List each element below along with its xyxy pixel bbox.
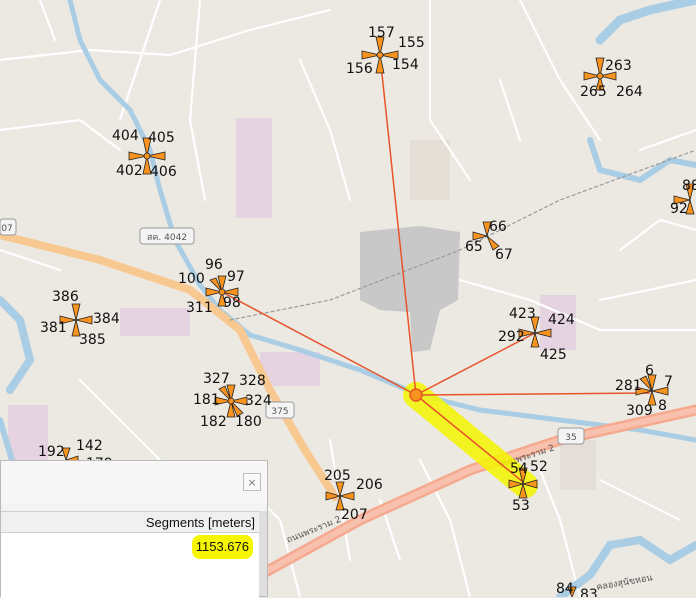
- cluster-label-100: 100: [178, 271, 205, 287]
- cluster-label-156: 156: [346, 61, 373, 77]
- cluster-label-52: 52: [530, 459, 548, 475]
- cluster-label-263: 263: [605, 58, 632, 74]
- segments-column-header[interactable]: Segments [meters]: [1, 511, 259, 533]
- cluster-label-8: 8: [658, 398, 667, 414]
- cluster-label-98: 98: [223, 295, 241, 311]
- cluster-label-205: 205: [324, 468, 351, 484]
- cluster-label-281: 281: [615, 378, 642, 394]
- cluster-label-207: 207: [341, 507, 368, 523]
- panel-scrollbar[interactable]: [259, 511, 267, 596]
- cluster-label-96: 96: [205, 257, 223, 273]
- cluster-label-206: 206: [356, 477, 383, 493]
- segments-row[interactable]: 1153.676: [1, 533, 259, 598]
- road-label-07: 07: [1, 224, 12, 234]
- cluster-label-425: 425: [540, 347, 567, 363]
- segment-value: 1153.676: [191, 535, 253, 559]
- road-label-35: 35: [565, 433, 576, 443]
- close-icon[interactable]: ×: [243, 473, 261, 491]
- cluster-label-53: 53: [512, 498, 530, 514]
- cluster-label-385: 385: [79, 332, 106, 348]
- cluster-label-264: 264: [616, 84, 643, 100]
- cluster-label-386: 386: [52, 289, 79, 305]
- cluster-label-142: 142: [76, 438, 103, 454]
- cluster-label-84: 84: [556, 581, 574, 597]
- cluster-label-54: 54: [510, 461, 528, 477]
- cluster-label-423: 423: [509, 306, 536, 322]
- measure-panel-titlebar: [1, 461, 267, 503]
- cluster-label-154: 154: [392, 57, 419, 73]
- cluster-label-66: 66: [489, 219, 507, 235]
- cluster-label-292: 292: [498, 329, 525, 345]
- cluster-label-327: 327: [203, 371, 230, 387]
- cluster-label-92: 92: [670, 201, 688, 217]
- road-label-4042: สค. 4042: [147, 233, 187, 243]
- cluster-label-265: 265: [580, 84, 607, 100]
- cluster-label-404: 404: [112, 128, 139, 144]
- cluster-label-405: 405: [148, 130, 175, 146]
- cluster-label-155: 155: [398, 35, 425, 51]
- measure-origin-point[interactable]: [409, 388, 423, 402]
- cluster-label-97: 97: [227, 269, 245, 285]
- cluster-label-381: 381: [40, 320, 67, 336]
- measure-panel: × Segments [meters] 1153.676: [0, 460, 268, 598]
- cluster-label-406: 406: [150, 164, 177, 180]
- cluster-label-6: 6: [645, 363, 654, 379]
- cluster-label-309: 309: [626, 403, 653, 419]
- cluster-label-324: 324: [245, 393, 272, 409]
- cluster-label-180: 180: [235, 414, 262, 430]
- cluster-label-7: 7: [664, 374, 673, 390]
- cluster-label-192: 192: [38, 444, 65, 460]
- cluster-label-311: 311: [186, 300, 213, 316]
- cluster-label-67: 67: [495, 247, 513, 263]
- cluster-label-181: 181: [193, 392, 220, 408]
- cluster-label-182: 182: [200, 414, 227, 430]
- cluster-label-402: 402: [116, 163, 143, 179]
- road-label-375: 375: [271, 407, 288, 417]
- cluster-label-83: 83: [580, 587, 598, 597]
- cluster-label-328: 328: [239, 373, 266, 389]
- cluster-label-88: 88: [682, 178, 696, 194]
- cluster-label-65: 65: [465, 239, 483, 255]
- cluster-label-384: 384: [93, 311, 120, 327]
- cluster-label-424: 424: [548, 312, 575, 328]
- cluster-label-157: 157: [368, 25, 395, 41]
